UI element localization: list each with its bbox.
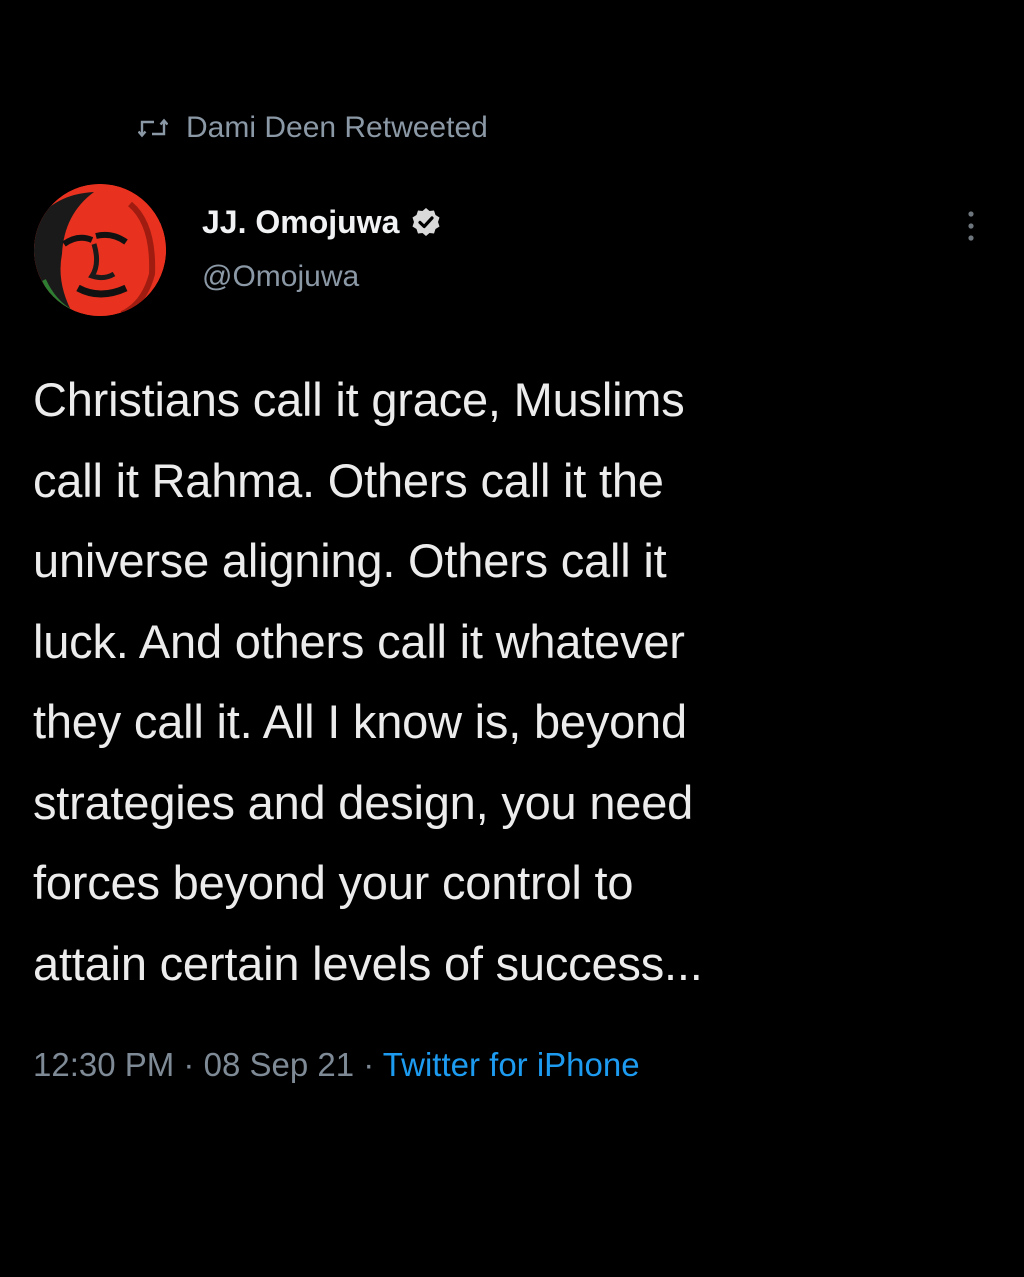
tweet-time[interactable]: 12:30 PM [33, 1046, 174, 1083]
tweet-text-line: they call it. All I know is, beyond [33, 695, 687, 748]
tweet-text-line: call it Rahma. Others call it the [33, 453, 664, 507]
tweet-date[interactable]: 08 Sep 21 [204, 1046, 354, 1083]
display-name[interactable]: JJ. Omojuwa [202, 204, 399, 241]
meta-separator: · [183, 1046, 204, 1083]
verified-badge-icon [411, 207, 441, 237]
avatar[interactable] [34, 184, 166, 316]
tweet-text-line: Christians call it grace, Muslims [33, 373, 685, 426]
tweet-text: Christians call it grace, Muslims call i… [33, 360, 1008, 1004]
user-handle[interactable]: @Omojuwa [202, 260, 441, 294]
tweet-text-line: forces beyond your control to [33, 856, 634, 909]
retweet-label: Dami Deen Retweeted [186, 111, 488, 144]
meta-separator: · [363, 1046, 383, 1083]
tweet-text-line: luck. And others call it whatever [33, 614, 685, 668]
tweet-text-line: strategies and design, you need [33, 775, 694, 829]
tweet-text-line: attain certain levels of success... [33, 936, 703, 990]
tweet-card[interactable]: Dami Deen Retweeted JJ. Omojuwa @Omojuwa… [0, 0, 1024, 1277]
tweet-header: JJ. Omojuwa @Omojuwa [202, 198, 441, 294]
retweet-indicator[interactable]: Dami Deen Retweeted [138, 108, 488, 148]
name-row: JJ. Omojuwa [202, 198, 441, 246]
tweet-source-link[interactable]: Twitter for iPhone [383, 1046, 640, 1083]
tweet-text-line: universe aligning. Others call it [33, 534, 667, 587]
tweet-meta: 12:30 PM · 08 Sep 21 · Twitter for iPhon… [33, 1046, 640, 1084]
retweet-icon [138, 117, 168, 139]
more-options-icon[interactable] [958, 206, 984, 246]
